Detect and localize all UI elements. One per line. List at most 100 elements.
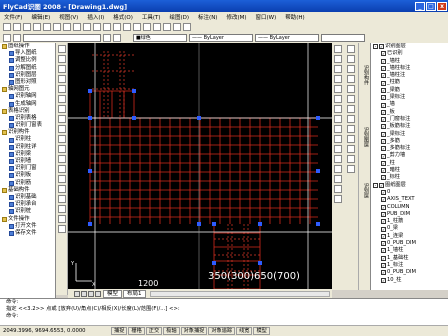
array-icon[interactable]: [334, 85, 342, 93]
snap-toggle[interactable]: 捕捉: [111, 327, 128, 335]
checkbox[interactable]: ✓: [381, 109, 386, 115]
snap-insert-icon[interactable]: [347, 125, 355, 133]
multiline-text-icon[interactable]: [57, 225, 66, 233]
checkbox[interactable]: ✓: [381, 51, 386, 57]
layer-item[interactable]: ✓ _墙柱标注: [371, 65, 448, 72]
checkbox[interactable]: ✓: [381, 153, 386, 159]
construction-line-icon[interactable]: [57, 55, 66, 63]
checkbox[interactable]: ✓: [381, 73, 386, 79]
make-block-icon[interactable]: [57, 165, 66, 173]
grip-marker[interactable]: [88, 89, 92, 93]
checkbox[interactable]: ✓: [381, 102, 386, 108]
gradient-icon[interactable]: [57, 195, 66, 203]
tree-item[interactable]: 识别桩: [0, 208, 55, 215]
grip-marker[interactable]: [197, 222, 201, 226]
snap-nearest-icon[interactable]: [347, 145, 355, 153]
tree-item[interactable]: 打开文件: [0, 223, 55, 230]
checkbox[interactable]: ✓: [381, 175, 386, 181]
otrack-toggle[interactable]: 对象追踪: [208, 327, 236, 335]
layer-item[interactable]: ✓ 1_连梁: [371, 233, 448, 240]
grip-marker[interactable]: [316, 116, 320, 120]
revision-cloud-icon[interactable]: [57, 115, 66, 123]
layer-item[interactable]: ✓ _板: [371, 109, 448, 116]
checkbox[interactable]: ✓: [379, 182, 384, 188]
menu-help[interactable]: 帮助(H): [285, 13, 304, 21]
side-tab-recognize-level[interactable]: 识别层: [360, 183, 370, 198]
layer-group[interactable]: - ✓ 图纸图层: [371, 182, 448, 189]
snap-node-icon[interactable]: [347, 135, 355, 143]
layer-item[interactable]: ✓ 1_基础柱: [371, 255, 448, 262]
snap-endpoint-icon[interactable]: [347, 45, 355, 53]
grip-marker[interactable]: [212, 261, 216, 265]
menu-file[interactable]: 文件(F): [4, 13, 22, 21]
snap-intersection-icon[interactable]: [347, 65, 355, 73]
ellipse-icon[interactable]: [57, 135, 66, 143]
menu-edit[interactable]: 编辑(E): [31, 13, 50, 21]
menu-format[interactable]: 格式(O): [113, 13, 133, 21]
point-icon[interactable]: [57, 175, 66, 183]
snap-center-icon[interactable]: [347, 75, 355, 83]
layer-item[interactable]: ✓ COLUMN: [371, 204, 448, 211]
mirror-icon[interactable]: [334, 65, 342, 73]
offset-icon[interactable]: [334, 75, 342, 83]
grip-marker[interactable]: [212, 222, 216, 226]
layer-item[interactable]: ✓ _柱: [371, 160, 448, 167]
checkbox[interactable]: ✓: [379, 44, 384, 50]
maximize-button[interactable]: □: [426, 1, 436, 11]
menu-tools[interactable]: 工具(T): [142, 13, 161, 21]
lineweight-toggle[interactable]: 线宽: [236, 327, 253, 335]
undo-icon[interactable]: [93, 22, 101, 31]
ellipse-arc-icon[interactable]: [57, 145, 66, 153]
menu-insert[interactable]: 插入(I): [87, 13, 104, 21]
tree-item[interactable]: 识别柱详: [0, 144, 55, 151]
checkbox[interactable]: ✓: [381, 255, 386, 261]
expand-icon[interactable]: -: [373, 182, 378, 188]
snap-settings-icon[interactable]: [347, 165, 355, 173]
checkbox[interactable]: ✓: [381, 160, 386, 166]
tree-item[interactable]: 识别图层: [0, 72, 55, 79]
layer-item[interactable]: ✓ _梁标注: [371, 131, 448, 138]
checkbox[interactable]: ✓: [381, 263, 386, 269]
grip-marker[interactable]: [258, 222, 262, 226]
command-prompt[interactable]: 命令:: [0, 313, 448, 320]
linetype-select[interactable]: —— ByLayer: [189, 33, 253, 42]
snap-none-icon[interactable]: [347, 155, 355, 163]
layer-item[interactable]: ✓ 0_梁: [371, 225, 448, 232]
preview-icon[interactable]: [43, 22, 51, 31]
tab-nav-last[interactable]: [95, 290, 101, 297]
menu-view[interactable]: 视图(V): [59, 13, 78, 21]
grid-toggle[interactable]: 栅格: [128, 327, 145, 335]
layer-item[interactable]: ✓ _墙柱注: [371, 72, 448, 79]
new-file-icon[interactable]: [3, 22, 11, 31]
tab-layout1[interactable]: 布局1: [123, 289, 146, 298]
fillet-icon[interactable]: [334, 185, 342, 193]
region-icon[interactable]: [57, 205, 66, 213]
extend-icon[interactable]: [334, 145, 342, 153]
tree-group[interactable]: 文件操作: [0, 216, 55, 223]
paste-icon[interactable]: [73, 22, 81, 31]
layer-item[interactable]: ✓ _梁标注: [371, 94, 448, 101]
menu-draw[interactable]: 绘图(D): [170, 13, 190, 21]
properties-icon[interactable]: [153, 22, 161, 31]
tree-item[interactable]: 识别柱: [0, 136, 55, 143]
checkbox[interactable]: ✓: [381, 146, 386, 152]
tree-group[interactable]: 基础构件: [0, 187, 55, 194]
layer-item[interactable]: ✓ 0_PUB_DIM: [371, 269, 448, 276]
model-toggle[interactable]: 模型: [253, 327, 270, 335]
ortho-toggle[interactable]: 正交: [145, 327, 163, 335]
checkbox[interactable]: ✓: [381, 131, 386, 137]
cut-icon[interactable]: [53, 22, 61, 31]
menu-modify[interactable]: 修改(M): [226, 13, 246, 21]
checkbox[interactable]: ✓: [381, 211, 386, 217]
rectangle-icon[interactable]: [57, 85, 66, 93]
layer-item[interactable]: ✓ 0: [371, 189, 448, 196]
checkbox[interactable]: ✓: [381, 197, 386, 203]
line-icon[interactable]: [57, 45, 66, 53]
tree-item[interactable]: 保存文件: [0, 230, 55, 237]
checkbox[interactable]: ✓: [381, 277, 386, 283]
polyline-icon[interactable]: [57, 65, 66, 73]
layer-group[interactable]: - ✓ 识别图层: [371, 43, 448, 50]
grip-marker[interactable]: [132, 89, 136, 93]
arc-icon[interactable]: [57, 95, 66, 103]
checkbox[interactable]: ✓: [381, 241, 386, 247]
